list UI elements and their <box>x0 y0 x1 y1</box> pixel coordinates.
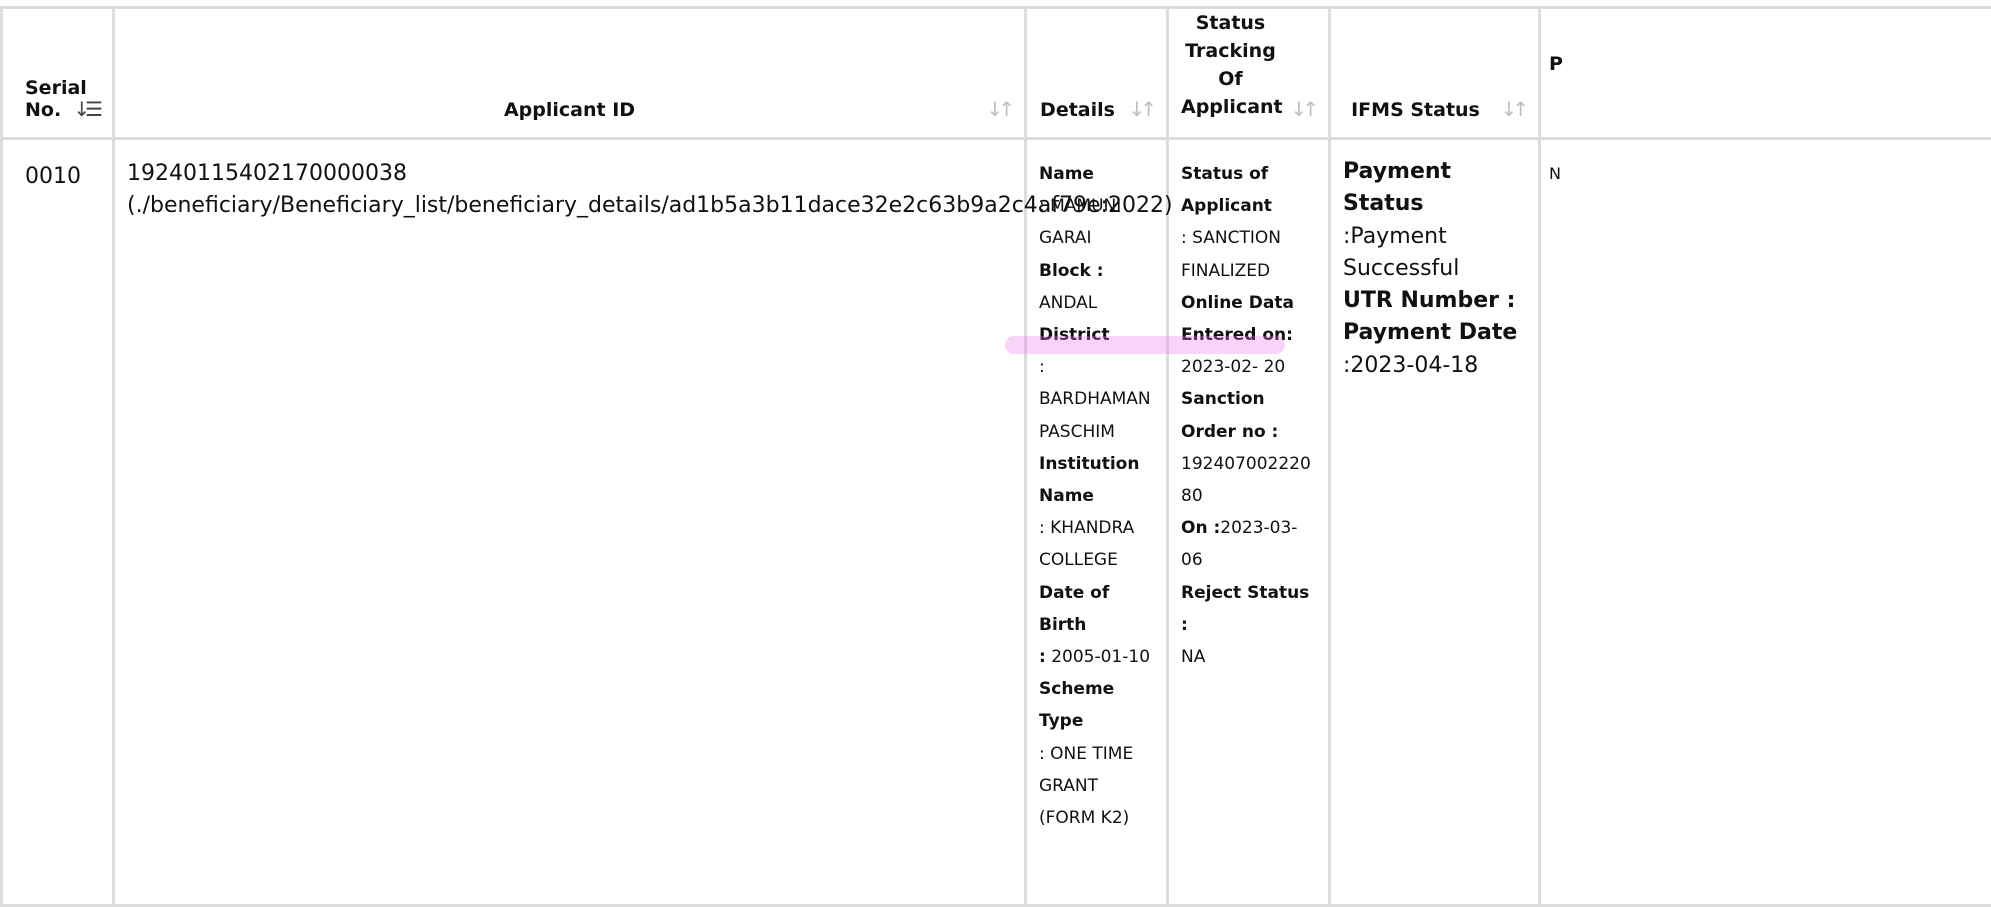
block-label: Block : <box>1039 261 1104 281</box>
serial-cell: 0010 <box>2 139 114 906</box>
header-status-tracking[interactable]: Status Tracking Of Applicant ↓↑ <box>1168 8 1330 139</box>
details-cell: Name : MAMUNI GARAI Block : ANDAL Distri… <box>1026 139 1168 906</box>
header-next-partial-label: P <box>1541 9 1991 75</box>
next-partial-cell: N <box>1540 139 1991 906</box>
sort-icon[interactable]: ↓↑ <box>1128 97 1152 121</box>
name-value: : MAMUNI GARAI <box>1039 196 1121 248</box>
sort-icon[interactable]: ↓↑ <box>1500 97 1524 121</box>
name-label: Name <box>1039 164 1094 184</box>
sanction-order-label: Sanction Order no : <box>1181 389 1278 441</box>
sort-desc-icon[interactable]: ↓☰ <box>73 97 98 121</box>
block-value: ANDAL <box>1039 293 1097 313</box>
institution-label: Institution Name <box>1039 454 1139 506</box>
header-applicant-id-label: Applicant ID <box>115 99 1024 137</box>
sort-icon[interactable]: ↓↑ <box>986 97 1010 121</box>
sanction-on-label: On : <box>1181 518 1220 538</box>
utr-label: UTR Number : <box>1343 288 1515 313</box>
payment-status-value: :Payment Successful <box>1343 224 1459 281</box>
status-value: : SANCTION FINALIZED <box>1181 228 1281 280</box>
institution-value: : KHANDRA COLLEGE <box>1039 518 1134 570</box>
table-header-row: Serial No. ↓☰ Applicant ID ↓↑ Details ↓↑… <box>2 8 1991 139</box>
district-value: : BARDHAMAN PASCHIM <box>1039 357 1151 441</box>
dob-label: Date of Birth <box>1039 583 1109 635</box>
payment-date-value: :2023-04-18 <box>1343 353 1478 378</box>
beneficiary-table: Serial No. ↓☰ Applicant ID ↓↑ Details ↓↑… <box>0 6 1991 907</box>
applicant-id: 19240115402170000038 <box>127 158 1014 190</box>
online-entry-value: 2023-02- 20 <box>1181 357 1285 377</box>
dob-colon: : <box>1039 647 1046 667</box>
applicant-detail-link[interactable]: (./beneficiary/Beneficiary_list/benefici… <box>127 190 1014 222</box>
applicant-id-cell: 19240115402170000038 (./beneficiary/Bene… <box>114 139 1026 906</box>
scheme-value: : ONE TIME GRANT (FORM K2) <box>1039 744 1133 828</box>
header-next-partial[interactable]: P <box>1540 8 1991 139</box>
payment-status-label: Payment Status <box>1343 159 1451 216</box>
status-tracking-cell: Status of Applicant : SANCTION FINALIZED… <box>1168 139 1330 906</box>
payment-date-label: Payment Date <box>1343 320 1517 345</box>
reject-status-label: Reject Status : <box>1181 583 1309 635</box>
reject-status-value: NA <box>1181 647 1205 667</box>
sort-icon[interactable]: ↓↑ <box>1290 97 1314 121</box>
status-label: Status of Applicant <box>1181 164 1272 216</box>
table-row: 0010 19240115402170000038 (./beneficiary… <box>2 139 1991 906</box>
header-ifms-status[interactable]: IFMS Status ↓↑ <box>1330 8 1540 139</box>
header-serial[interactable]: Serial No. ↓☰ <box>2 8 114 139</box>
online-entry-label: Online Data Entered on: <box>1181 293 1294 345</box>
sanction-order-value: 19240700222080 <box>1181 454 1311 506</box>
district-label: District <box>1039 325 1110 345</box>
header-applicant-id[interactable]: Applicant ID ↓↑ <box>114 8 1026 139</box>
ifms-status-cell: Payment Status :Payment Successful UTR N… <box>1330 139 1540 906</box>
dob-value: 2005-01-10 <box>1051 647 1150 667</box>
scheme-label: Scheme Type <box>1039 679 1114 731</box>
header-details[interactable]: Details ↓↑ <box>1026 8 1168 139</box>
